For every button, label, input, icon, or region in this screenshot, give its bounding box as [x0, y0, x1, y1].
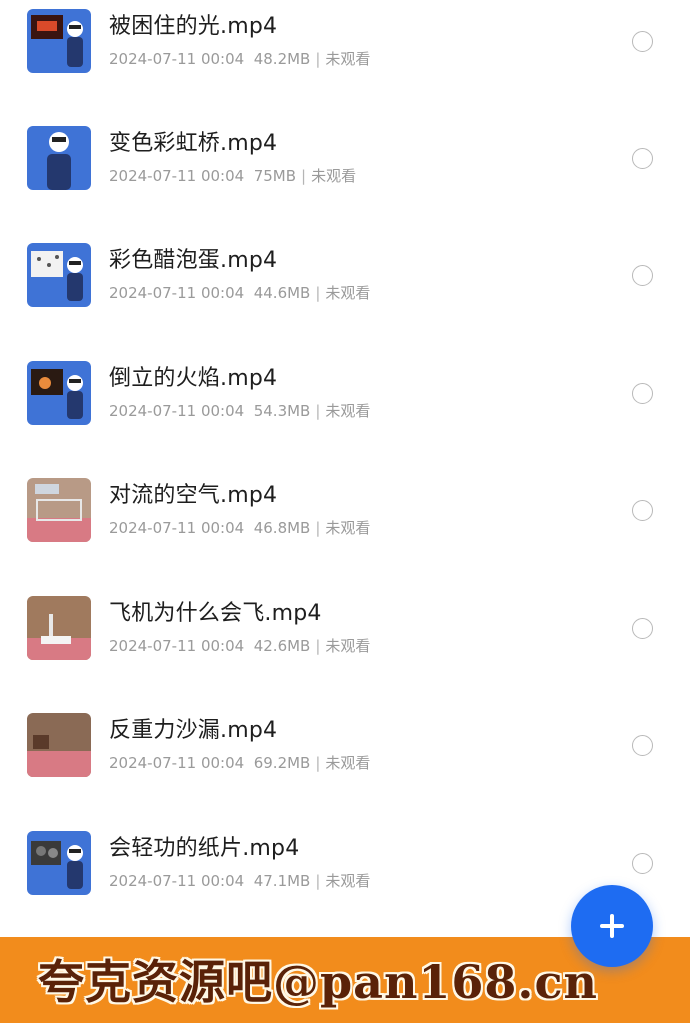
- watch-status: 未观看: [311, 167, 357, 185]
- list-item[interactable]: 对流的空气.mp4 2024-07-11 00:04 46.8MB | 未观看: [0, 452, 690, 569]
- meta-separator: |: [315, 50, 321, 68]
- file-meta: 2024-07-11 00:04 42.6MB | 未观看: [109, 635, 370, 656]
- watch-status: 未观看: [325, 754, 371, 772]
- file-date: 2024-07-11 00:04: [109, 167, 245, 185]
- watch-status: 未观看: [325, 872, 371, 890]
- file-name: 反重力沙漏.mp4: [109, 718, 278, 743]
- plus-icon: [600, 914, 624, 938]
- watch-status: 未观看: [325, 519, 371, 537]
- file-meta: 2024-07-11 00:04 48.2MB | 未观看: [109, 48, 370, 69]
- video-thumbnail: [27, 126, 91, 190]
- file-size: 48.2MB: [253, 50, 311, 68]
- meta-separator: |: [315, 754, 321, 772]
- video-thumbnail: [27, 243, 91, 307]
- list-item[interactable]: 被困住的光.mp4 2024-07-11 00:04 48.2MB | 未观看: [0, 0, 690, 100]
- file-meta: 2024-07-11 00:04 44.6MB | 未观看: [109, 282, 370, 303]
- meta-separator: |: [315, 284, 321, 302]
- file-name: 会轻功的纸片.mp4: [109, 836, 300, 861]
- file-size: 75MB: [253, 167, 297, 185]
- file-name: 对流的空气.mp4: [109, 483, 278, 508]
- file-meta: 2024-07-11 00:04 69.2MB | 未观看: [109, 752, 370, 773]
- file-name: 倒立的火焰.mp4: [109, 366, 278, 391]
- video-thumbnail: [27, 361, 91, 425]
- meta-separator: |: [315, 402, 321, 420]
- select-radio[interactable]: [632, 265, 653, 286]
- file-meta: 2024-07-11 00:04 46.8MB | 未观看: [109, 517, 370, 538]
- file-date: 2024-07-11 00:04: [109, 50, 245, 68]
- select-radio[interactable]: [632, 31, 653, 52]
- watermark-text: 夸克资源吧@pan168.cn: [38, 955, 598, 1009]
- select-radio[interactable]: [632, 383, 653, 404]
- watch-status: 未观看: [325, 284, 371, 302]
- watch-status: 未观看: [325, 637, 371, 655]
- file-meta: 2024-07-11 00:04 54.3MB | 未观看: [109, 400, 370, 421]
- file-meta: 2024-07-11 00:04 75MB | 未观看: [109, 165, 356, 186]
- file-date: 2024-07-11 00:04: [109, 284, 245, 302]
- file-name: 被困住的光.mp4: [109, 14, 278, 39]
- file-size: 47.1MB: [253, 872, 311, 890]
- file-date: 2024-07-11 00:04: [109, 754, 245, 772]
- file-name: 飞机为什么会飞.mp4: [109, 601, 322, 626]
- list-item[interactable]: 飞机为什么会飞.mp4 2024-07-11 00:04 42.6MB | 未观看: [0, 570, 690, 687]
- list-item[interactable]: 变色彩虹桥.mp4 2024-07-11 00:04 75MB | 未观看: [0, 100, 690, 217]
- file-meta: 2024-07-11 00:04 47.1MB | 未观看: [109, 870, 370, 891]
- file-date: 2024-07-11 00:04: [109, 872, 245, 890]
- list-item[interactable]: 彩色醋泡蛋.mp4 2024-07-11 00:04 44.6MB | 未观看: [0, 217, 690, 334]
- meta-separator: |: [301, 167, 307, 185]
- file-size: 54.3MB: [253, 402, 311, 420]
- video-thumbnail: [27, 713, 91, 777]
- file-date: 2024-07-11 00:04: [109, 519, 245, 537]
- meta-separator: |: [315, 637, 321, 655]
- watch-status: 未观看: [325, 402, 371, 420]
- list-item[interactable]: 反重力沙漏.mp4 2024-07-11 00:04 69.2MB | 未观看: [0, 687, 690, 804]
- video-thumbnail: [27, 831, 91, 895]
- select-radio[interactable]: [632, 618, 653, 639]
- video-thumbnail: [27, 478, 91, 542]
- file-size: 44.6MB: [253, 284, 311, 302]
- select-radio[interactable]: [632, 853, 653, 874]
- file-name: 彩色醋泡蛋.mp4: [109, 248, 278, 273]
- file-date: 2024-07-11 00:04: [109, 637, 245, 655]
- select-radio[interactable]: [632, 148, 653, 169]
- select-radio[interactable]: [632, 500, 653, 521]
- watch-status: 未观看: [325, 50, 371, 68]
- meta-separator: |: [315, 519, 321, 537]
- file-date: 2024-07-11 00:04: [109, 402, 245, 420]
- file-size: 46.8MB: [253, 519, 311, 537]
- video-thumbnail: [27, 9, 91, 73]
- select-radio[interactable]: [632, 735, 653, 756]
- file-size: 69.2MB: [253, 754, 311, 772]
- list-item[interactable]: 倒立的火焰.mp4 2024-07-11 00:04 54.3MB | 未观看: [0, 335, 690, 452]
- add-button[interactable]: [571, 885, 653, 967]
- file-name: 变色彩虹桥.mp4: [109, 131, 278, 156]
- video-thumbnail: [27, 596, 91, 660]
- file-size: 42.6MB: [253, 637, 311, 655]
- meta-separator: |: [315, 872, 321, 890]
